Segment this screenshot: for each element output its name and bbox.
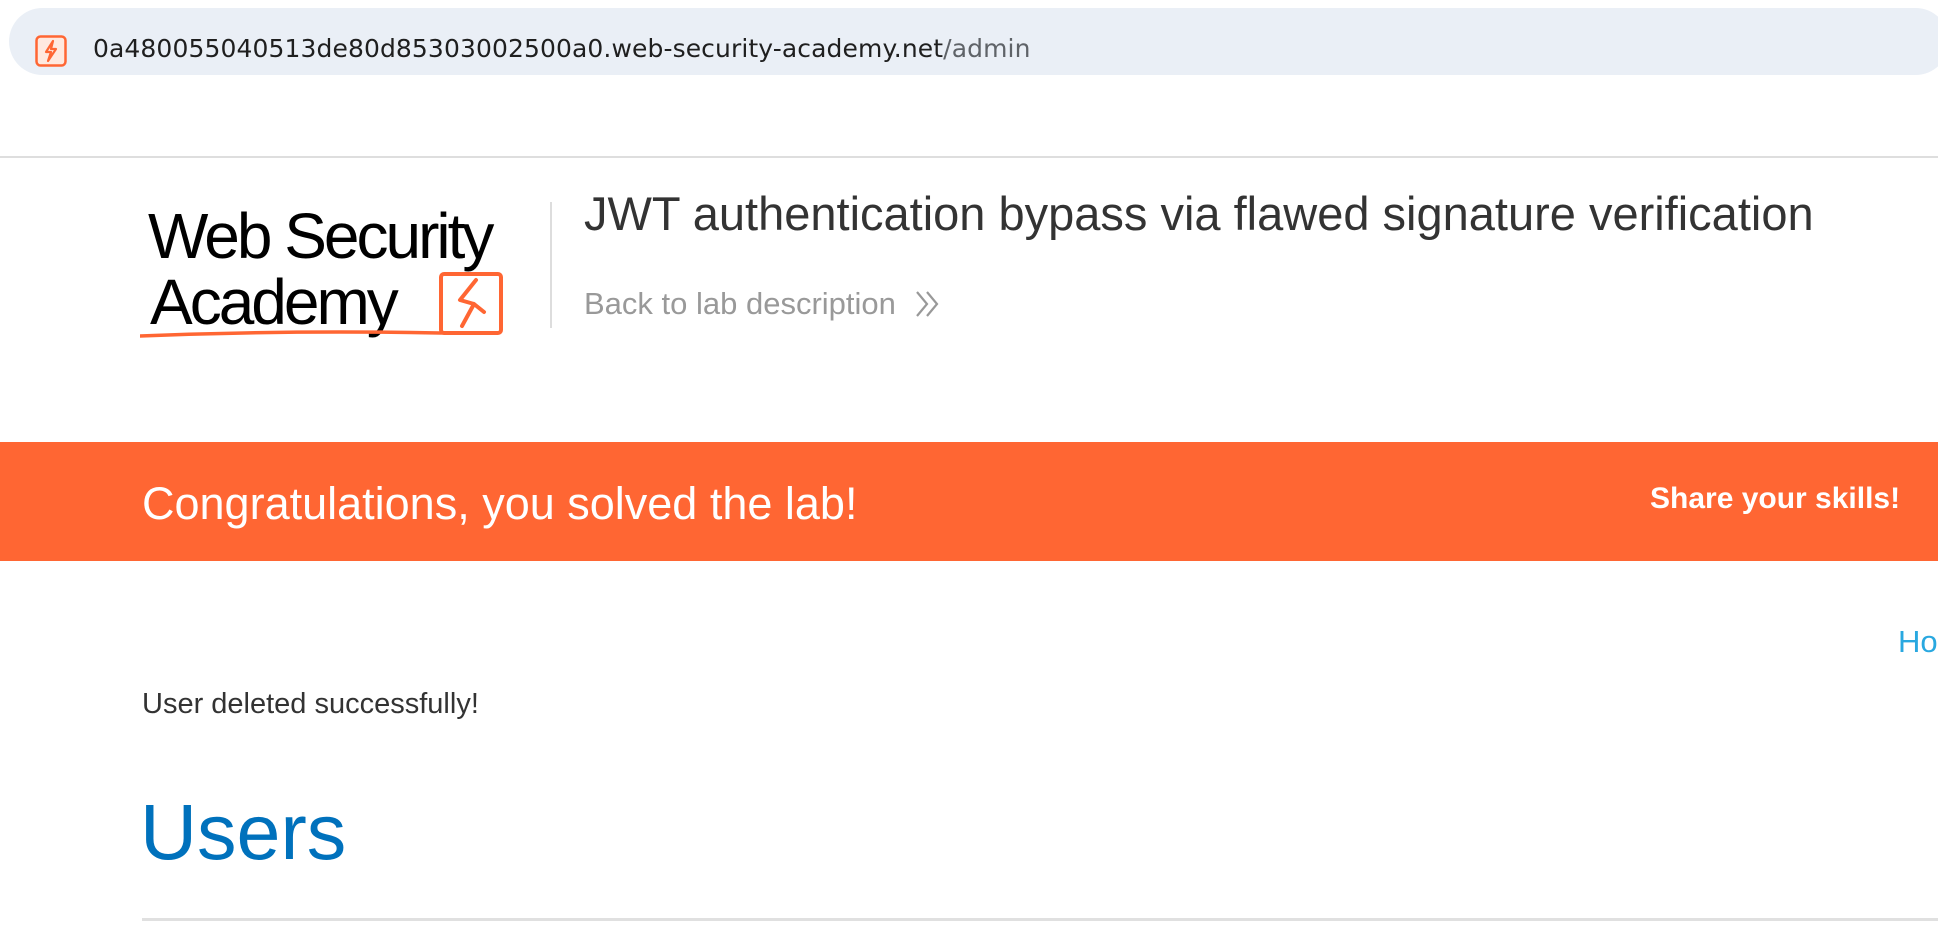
url-text[interactable]: 0a480055040513de80d85303002500a0.web-sec… <box>93 34 1031 63</box>
url-path: /admin <box>943 34 1031 63</box>
web-security-academy-logo[interactable]: Web Security Academy <box>138 196 550 346</box>
header-divider <box>0 156 1938 158</box>
url-host: 0a480055040513de80d85303002500a0.web-sec… <box>93 34 944 63</box>
header-separator <box>550 202 552 328</box>
congratulations-message: Congratulations, you solved the lab! <box>142 478 858 529</box>
status-message: User deleted successfully! <box>142 688 479 720</box>
home-link[interactable]: Ho <box>1898 624 1938 660</box>
share-skills-link[interactable]: Share your skills! <box>1650 482 1900 516</box>
back-link-label: Back to lab description <box>584 286 896 321</box>
logo-line2: Academy <box>150 266 399 338</box>
lightning-bolt-icon <box>35 35 67 67</box>
section-divider <box>142 918 1938 921</box>
logo-line1: Web Security <box>148 200 494 272</box>
address-bar[interactable]: 0a480055040513de80d85303002500a0.web-sec… <box>9 8 1938 75</box>
solved-banner: Congratulations, you solved the lab! Sha… <box>0 442 1938 561</box>
double-chevron-right-icon <box>916 291 939 317</box>
users-heading: Users <box>140 787 347 876</box>
lab-title: JWT authentication bypass via flawed sig… <box>584 187 1814 240</box>
back-to-lab-link[interactable]: Back to lab description <box>584 286 942 322</box>
logo-graphic: Web Security Academy <box>138 200 503 338</box>
